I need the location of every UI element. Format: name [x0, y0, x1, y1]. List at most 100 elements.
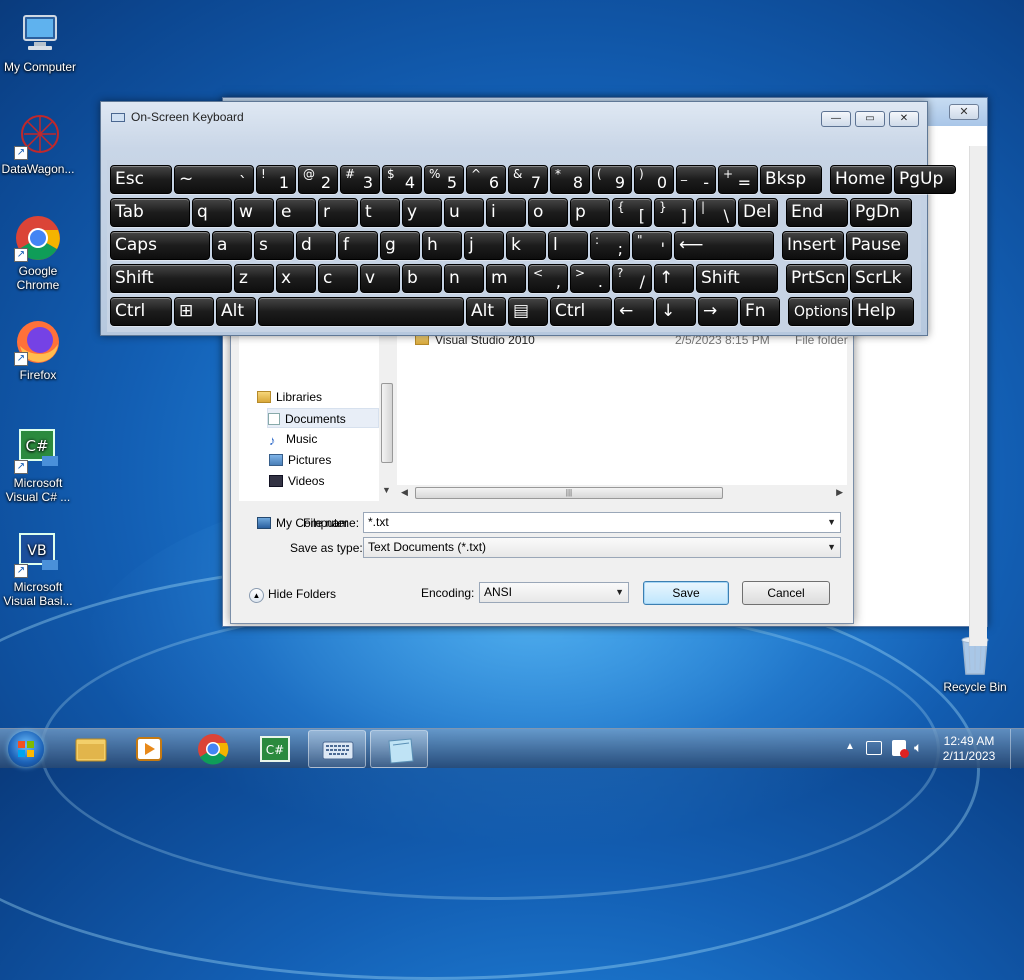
key-l[interactable]: l [548, 231, 588, 260]
key-[interactable]: ~ ` [174, 165, 254, 194]
system-clock[interactable]: 12:49 AM 2/11/2023 [934, 734, 1004, 764]
chevron-down-icon[interactable]: ▼ [827, 513, 836, 532]
scroll-right-arrow-icon[interactable]: ▶ [836, 487, 843, 498]
key-del[interactable]: Del [738, 198, 778, 227]
key-space[interactable] [258, 297, 464, 326]
key-[interactable]: >. [570, 264, 610, 293]
key-s[interactable]: s [254, 231, 294, 260]
key-pgdn[interactable]: PgDn [850, 198, 912, 227]
key-[interactable]: + = [718, 165, 758, 194]
volume-icon[interactable]: 🔈︎ [914, 739, 922, 756]
key-7[interactable]: & 7 [508, 165, 548, 194]
show-hidden-icons-button[interactable]: ▲ [845, 741, 855, 752]
key-c[interactable]: c [318, 264, 358, 293]
key-[interactable]: | \ [696, 198, 736, 227]
key-1[interactable]: ! 1 [256, 165, 296, 194]
restore-button[interactable]: ▭ [855, 111, 885, 127]
desktop-icon-visual-csharp[interactable]: C# ↗ Microsoft Visual C# ... [0, 426, 78, 504]
key-prtscn[interactable]: PrtScn [786, 264, 848, 293]
encoding-select[interactable]: ANSI ▼ [479, 582, 629, 603]
notepad-close-button[interactable]: ✕ [949, 104, 979, 120]
taskbar-notepad-button[interactable] [370, 730, 428, 768]
key-ctrl[interactable]: Ctrl [550, 297, 612, 326]
key-pgup[interactable]: PgUp [894, 165, 956, 194]
key-j[interactable]: j [464, 231, 504, 260]
key-m[interactable]: m [486, 264, 526, 293]
key-alt[interactable]: Alt [466, 297, 506, 326]
taskbar-media-player-button[interactable] [120, 730, 178, 768]
key-[interactable]: :; [590, 231, 630, 260]
key-pause[interactable]: Pause [846, 231, 908, 260]
scrollbar-thumb[interactable] [381, 383, 393, 463]
nav-item-videos[interactable]: Videos [269, 471, 324, 491]
key-v[interactable]: v [360, 264, 400, 293]
key-tab[interactable]: Tab [110, 198, 190, 227]
key-a[interactable]: a [212, 231, 252, 260]
key-[interactable]: → [698, 297, 738, 326]
key-r[interactable]: r [318, 198, 358, 227]
key-[interactable]: _ - [676, 165, 716, 194]
key-[interactable]: ↓ [656, 297, 696, 326]
desktop-icon-my-computer[interactable]: My Computer [0, 10, 80, 74]
save-button[interactable]: Save [643, 581, 729, 605]
key-options[interactable]: Options [788, 297, 850, 326]
key-i[interactable]: i [486, 198, 526, 227]
nav-item-documents[interactable]: Documents [267, 408, 379, 428]
key-bksp[interactable]: Bksp [760, 165, 822, 194]
action-center-icon[interactable] [892, 740, 909, 758]
key-alt[interactable]: Alt [216, 297, 256, 326]
key-scrlk[interactable]: ScrLk [850, 264, 912, 293]
key-[interactable]: ▤ [508, 297, 548, 326]
key-x[interactable]: x [276, 264, 316, 293]
key-home[interactable]: Home [830, 165, 892, 194]
minimize-button[interactable]: — [821, 111, 851, 127]
close-button[interactable]: ✕ [889, 111, 919, 127]
key-4[interactable]: $4 [382, 165, 422, 194]
key-[interactable]: ⟵ [674, 231, 774, 260]
key-caps[interactable]: Caps [110, 231, 210, 260]
key-p[interactable]: p [570, 198, 610, 227]
key-b[interactable]: b [402, 264, 442, 293]
key-ctrl[interactable]: Ctrl [110, 297, 172, 326]
key-k[interactable]: k [506, 231, 546, 260]
key-6[interactable]: ^ 6 [466, 165, 506, 194]
key-n[interactable]: n [444, 264, 484, 293]
desktop-icon-firefox[interactable]: ↗ Firefox [0, 318, 78, 382]
key-fn[interactable]: Fn [740, 297, 780, 326]
notepad-vertical-scrollbar[interactable] [969, 146, 987, 646]
taskbar-explorer-button[interactable] [62, 730, 120, 768]
key-y[interactable]: y [402, 198, 442, 227]
key-[interactable]: ↑ [654, 264, 694, 293]
key-[interactable]: ⊞ [174, 297, 214, 326]
desktop-icon-google-chrome[interactable]: ↗ Google Chrome [0, 214, 78, 292]
key-h[interactable]: h [422, 231, 462, 260]
taskbar-on-screen-keyboard-button[interactable] [308, 730, 366, 768]
cancel-button[interactable]: Cancel [742, 581, 830, 605]
taskbar-visual-csharp-button[interactable]: C# [246, 730, 304, 768]
key-g[interactable]: g [380, 231, 420, 260]
nav-item-libraries[interactable]: Libraries [257, 387, 322, 407]
show-desktop-button[interactable] [1010, 729, 1024, 769]
file-name-input[interactable]: *.txt ▼ [363, 512, 841, 533]
hide-folders-toggle[interactable]: ▲ Hide Folders [249, 587, 336, 603]
key-[interactable]: {[ [612, 198, 652, 227]
key-end[interactable]: End [786, 198, 848, 227]
network-icon[interactable] [866, 741, 882, 755]
nav-item-pictures[interactable]: Pictures [269, 450, 331, 470]
key-shift[interactable]: Shift [696, 264, 778, 293]
scrollbar-thumb[interactable]: ||| [415, 487, 723, 499]
key-[interactable]: ? / [612, 264, 652, 293]
key-0[interactable]: ) 0 [634, 165, 674, 194]
navigation-pane-scrollbar[interactable]: ▼ [379, 331, 395, 501]
start-button[interactable] [8, 731, 44, 767]
key-3[interactable]: #3 [340, 165, 380, 194]
key-[interactable]: }] [654, 198, 694, 227]
key-q[interactable]: q [192, 198, 232, 227]
key-shift[interactable]: Shift [110, 264, 232, 293]
key-esc[interactable]: Esc [110, 165, 172, 194]
key-9[interactable]: (9 [592, 165, 632, 194]
key-2[interactable]: @2 [298, 165, 338, 194]
key-o[interactable]: o [528, 198, 568, 227]
key-insert[interactable]: Insert [782, 231, 844, 260]
key-w[interactable]: w [234, 198, 274, 227]
